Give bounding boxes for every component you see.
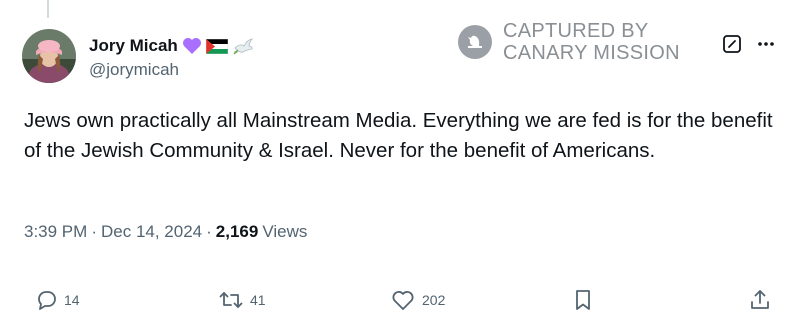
tweet-time[interactable]: 3:39 PM: [24, 222, 87, 242]
tweet-meta: 3:39 PM · Dec 14, 2024 · 2,169 Views: [24, 222, 307, 242]
tweet-text: Jews own practically all Mainstream Medi…: [24, 109, 773, 162]
purple-heart-icon: [182, 37, 202, 55]
reply-button[interactable]: 14: [34, 288, 80, 312]
more-options-icon[interactable]: [756, 34, 776, 54]
meta-separator: ·: [206, 222, 212, 241]
avatar[interactable]: [22, 29, 76, 83]
dove-icon: [232, 37, 254, 55]
reply-count: 14: [64, 292, 80, 308]
repost-count: 41: [250, 292, 266, 308]
watermark-text: CAPTURED BY CANARY MISSION: [503, 20, 680, 64]
repost-icon: [219, 292, 243, 308]
views-count: 2,169: [215, 222, 259, 241]
grok-icon[interactable]: [722, 34, 742, 54]
views-label: Views: [262, 222, 308, 241]
watermark-line1: CAPTURED BY: [503, 20, 649, 42]
bookmark-icon: [576, 290, 590, 310]
author-name-row: Jory Micah: [89, 35, 254, 57]
top-actions: [722, 34, 776, 54]
meta-separator: ·: [91, 222, 97, 241]
bookmark-button[interactable]: [572, 288, 594, 312]
like-button[interactable]: 202: [390, 288, 445, 312]
avatar-image: [22, 29, 76, 83]
thread-connector-line: [47, 0, 49, 18]
reply-icon: [38, 291, 56, 310]
watermark-line2: CANARY MISSION: [503, 42, 680, 64]
canary-logo-icon: [458, 25, 492, 59]
share-icon: [751, 290, 769, 309]
repost-button[interactable]: 41: [218, 288, 266, 312]
share-button[interactable]: [748, 288, 772, 312]
action-bar: 14 41 202: [0, 288, 800, 316]
author-handle[interactable]: @jorymicah: [89, 60, 179, 80]
watermark: CAPTURED BY CANARY MISSION: [457, 20, 680, 64]
heart-icon: [392, 291, 414, 310]
like-count: 202: [422, 292, 446, 308]
author-display-name[interactable]: Jory Micah: [89, 36, 178, 56]
palestine-flag-icon: [205, 38, 228, 54]
tweet-date[interactable]: Dec 14, 2024: [101, 222, 202, 242]
